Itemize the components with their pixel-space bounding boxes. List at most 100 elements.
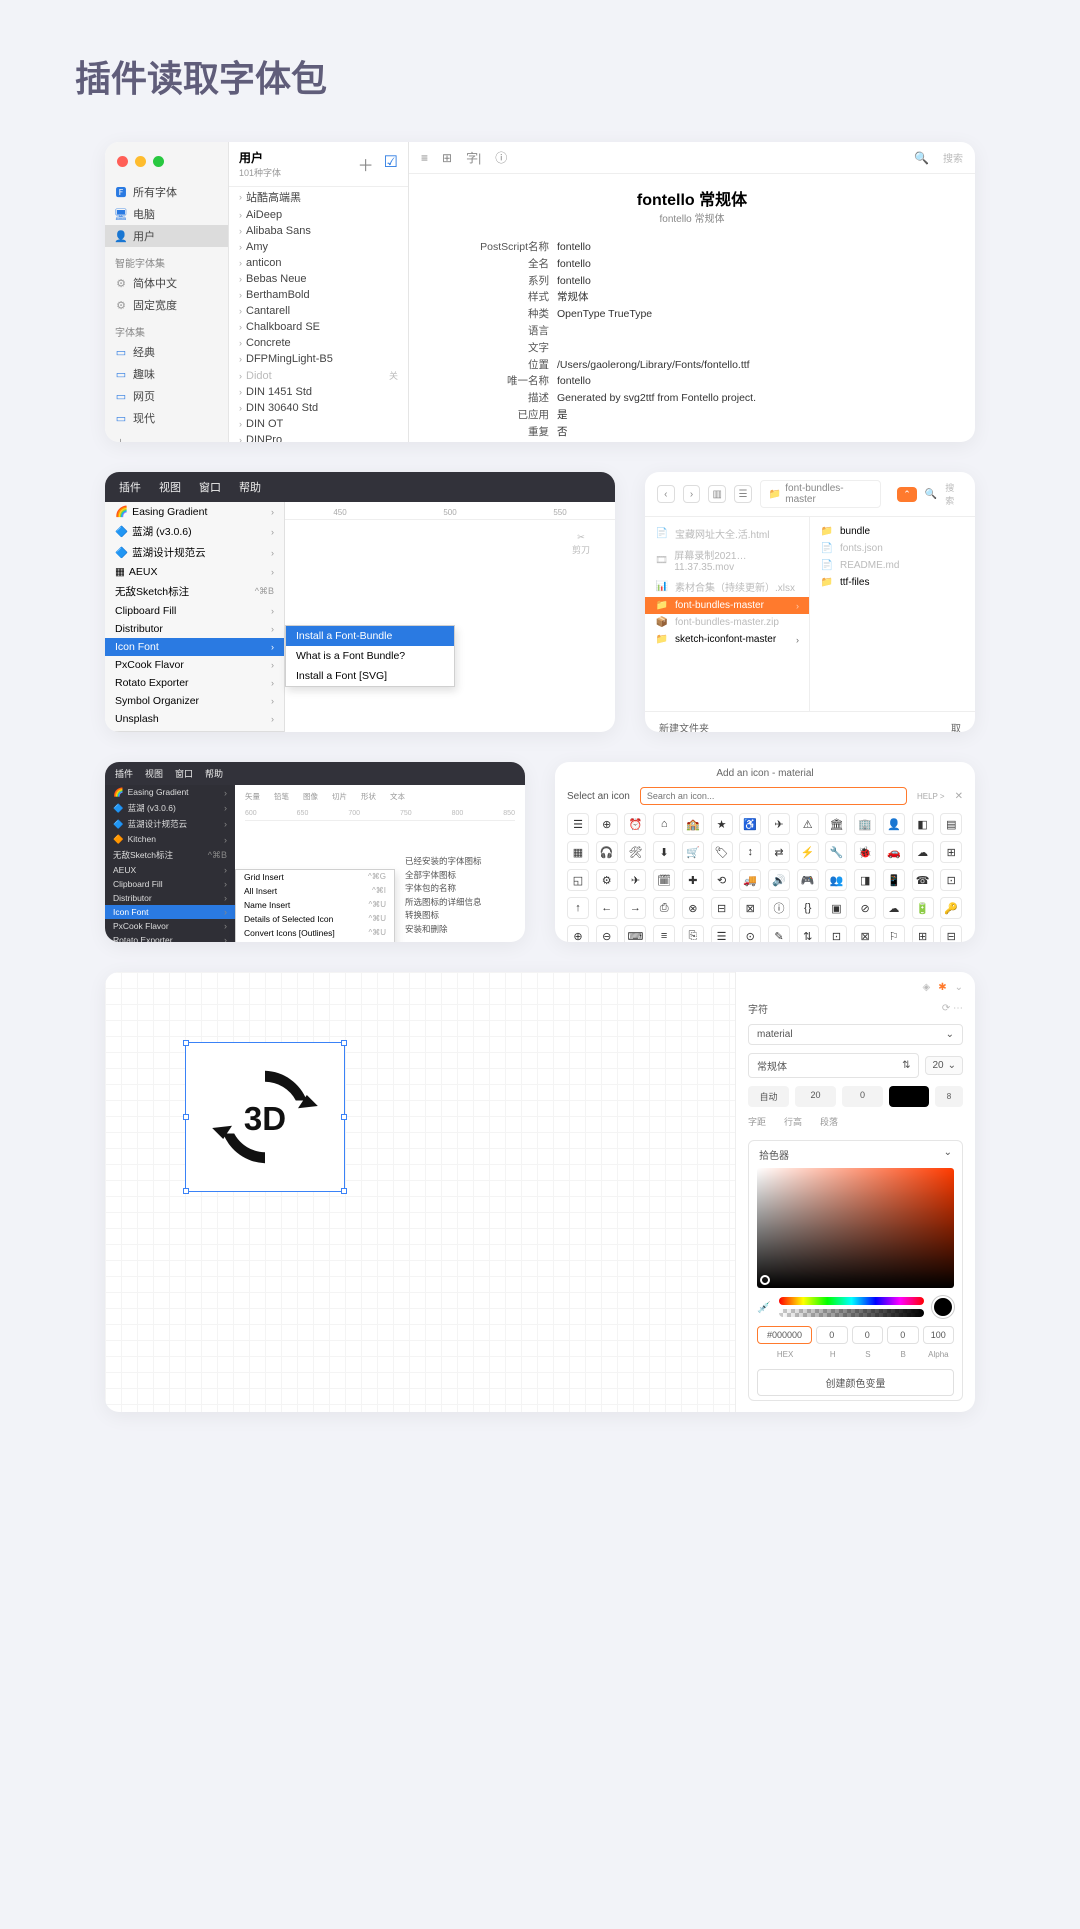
- plugin-menu-item[interactable]: PxCook Flavor›: [105, 656, 284, 674]
- color-gradient[interactable]: [757, 1168, 954, 1288]
- icon-cell[interactable]: ☰: [567, 813, 589, 835]
- icon-cell[interactable]: 👥: [825, 869, 847, 891]
- icon-cell[interactable]: 🏢: [854, 813, 876, 835]
- h-input[interactable]: 0: [816, 1326, 847, 1344]
- icon-cell[interactable]: ⊞: [912, 925, 934, 942]
- font-style-select[interactable]: 常规体⇅: [748, 1053, 919, 1078]
- hex-input[interactable]: #000000: [757, 1326, 812, 1344]
- plugin-menu-item[interactable]: Rotato Exporter›: [105, 674, 284, 692]
- icon-cell[interactable]: ✚: [682, 869, 704, 891]
- icon-cell[interactable]: ☰: [711, 925, 733, 942]
- font-list-item[interactable]: ›Didot关: [229, 367, 408, 384]
- icon-cell[interactable]: ☁: [883, 897, 905, 919]
- icon-cell[interactable]: ⇄: [768, 841, 790, 863]
- icon-cell[interactable]: ⚙: [596, 869, 618, 891]
- plugin-menu-item[interactable]: Icon Font›: [105, 638, 284, 656]
- submenu-item[interactable]: Grid Insert^⌘G: [236, 870, 394, 884]
- icon-cell[interactable]: 🏷: [711, 841, 733, 863]
- plugin-menu-item[interactable]: Clipboard Fill›: [105, 602, 284, 620]
- icon-cell[interactable]: ←: [596, 897, 618, 919]
- color-swatch[interactable]: [889, 1086, 929, 1107]
- icon-cell[interactable]: ◱: [567, 869, 589, 891]
- collection-item[interactable]: ▭现代: [105, 407, 228, 429]
- icon-cell[interactable]: ⌂: [653, 813, 675, 835]
- icon-cell[interactable]: 🗓: [653, 869, 675, 891]
- font-list-item[interactable]: ›Bebas Neue: [229, 271, 408, 287]
- create-variable-button[interactable]: 创建颜色变量: [757, 1369, 954, 1396]
- font-list-item[interactable]: ›DFPMingLight-B5: [229, 351, 408, 367]
- icon-cell[interactable]: ⚐: [883, 925, 905, 942]
- font-list-item[interactable]: ›Alibaba Sans: [229, 223, 408, 239]
- submenu-menubar[interactable]: 插件视图窗口帮助: [105, 762, 525, 785]
- breadcrumb[interactable]: 📁font-bundles-master: [760, 480, 881, 508]
- icon-cell[interactable]: ⊟: [711, 897, 733, 919]
- search-input[interactable]: 搜索: [943, 150, 963, 165]
- icon-cell[interactable]: ▦: [567, 841, 589, 863]
- action-button[interactable]: ⌃: [897, 487, 917, 502]
- plugin-menubar[interactable]: 插件视图窗口帮助: [105, 472, 615, 502]
- finder-item[interactable]: 📁bundle: [810, 523, 975, 540]
- alpha-input[interactable]: 100: [923, 1326, 954, 1344]
- add-collection[interactable]: ＋: [105, 429, 228, 442]
- smart-item[interactable]: ⚙简体中文: [105, 272, 228, 294]
- icon-cell[interactable]: ⚠: [797, 813, 819, 835]
- alpha-slider[interactable]: [779, 1309, 924, 1317]
- forward-button[interactable]: ›: [683, 485, 701, 503]
- finder-item[interactable]: 📊素材合集（持续更新）.xlsx: [645, 576, 809, 597]
- layers-icon[interactable]: ◈: [923, 982, 931, 993]
- help-link[interactable]: HELP >: [917, 792, 945, 801]
- icon-cell[interactable]: ⊠: [854, 925, 876, 942]
- icon-cell[interactable]: ⊘: [854, 897, 876, 919]
- icon-cell[interactable]: ⊞: [940, 841, 962, 863]
- font-list-item[interactable]: ›DIN OT: [229, 416, 408, 432]
- back-button[interactable]: ‹: [657, 485, 675, 503]
- icon-cell[interactable]: ⟲: [711, 869, 733, 891]
- plugin-menu-item[interactable]: AEUX›: [105, 863, 235, 877]
- collection-item[interactable]: ▭经典: [105, 341, 228, 363]
- icon-cell[interactable]: ⊠: [739, 897, 761, 919]
- icon-cell[interactable]: →: [624, 897, 646, 919]
- auto-box[interactable]: 自动: [748, 1086, 789, 1107]
- icon-cell[interactable]: ⬇: [653, 841, 675, 863]
- submenu-item[interactable]: All Insert^⌘I: [236, 884, 394, 898]
- icon-cell[interactable]: {}: [797, 897, 819, 919]
- font-list-item[interactable]: ›Concrete: [229, 335, 408, 351]
- s-input[interactable]: 0: [852, 1326, 883, 1344]
- plugin-menu-item[interactable]: 🌈Easing Gradient›: [105, 502, 284, 521]
- view-options-icon[interactable]: ☰: [734, 485, 752, 503]
- plugin-menu-item[interactable]: ▦AEUX›: [105, 563, 284, 581]
- spacing-1[interactable]: 20: [795, 1086, 836, 1107]
- smart-item[interactable]: ⚙固定宽度: [105, 294, 228, 316]
- icon-cell[interactable]: 🐞: [854, 841, 876, 863]
- plugin-menu-item[interactable]: Unsplash›: [105, 710, 284, 728]
- icon-cell[interactable]: ☁: [912, 841, 934, 863]
- icon-cell[interactable]: ⊕: [567, 925, 589, 942]
- sidebar-user[interactable]: 👤用户: [105, 225, 228, 247]
- icon-cell[interactable]: 👤: [883, 813, 905, 835]
- plugin-menu-item[interactable]: 🔷蓝湖设计规范云›: [105, 542, 284, 563]
- artboard[interactable]: 3D: [185, 1042, 345, 1192]
- font-list-item[interactable]: ›anticon: [229, 255, 408, 271]
- submenu-item[interactable]: Convert Icons [Outlines]^⌘U: [236, 926, 394, 940]
- collection-item[interactable]: ▭趣味: [105, 363, 228, 385]
- icon-cell[interactable]: 🚗: [883, 841, 905, 863]
- finder-item[interactable]: 📁font-bundles-master›: [645, 597, 809, 614]
- icon-cell[interactable]: 🛠: [624, 841, 646, 863]
- font-family-select[interactable]: material⌄: [748, 1024, 963, 1045]
- plugin-menu-item[interactable]: Distributor›: [105, 620, 284, 638]
- icon-cell[interactable]: ⊡: [825, 925, 847, 942]
- icon-cell[interactable]: 🏛: [825, 813, 847, 835]
- icon-cell[interactable]: 🔊: [768, 869, 790, 891]
- scissors-tool[interactable]: ✂ 剪刀: [572, 532, 590, 556]
- icon-cell[interactable]: ⎙: [653, 897, 675, 919]
- icon-cell[interactable]: 🚚: [739, 869, 761, 891]
- icon-cell[interactable]: ▤: [940, 813, 962, 835]
- icon-cell[interactable]: 🎮: [797, 869, 819, 891]
- icon-search-input[interactable]: [640, 787, 907, 805]
- collection-item[interactable]: ▭网页: [105, 385, 228, 407]
- info-icon[interactable]: ⓘ: [495, 149, 507, 166]
- icon-cell[interactable]: ◧: [912, 813, 934, 835]
- new-folder-button[interactable]: 新建文件夹: [659, 720, 709, 732]
- window-controls[interactable]: [105, 150, 228, 181]
- icon-cell[interactable]: ⊟: [940, 925, 962, 942]
